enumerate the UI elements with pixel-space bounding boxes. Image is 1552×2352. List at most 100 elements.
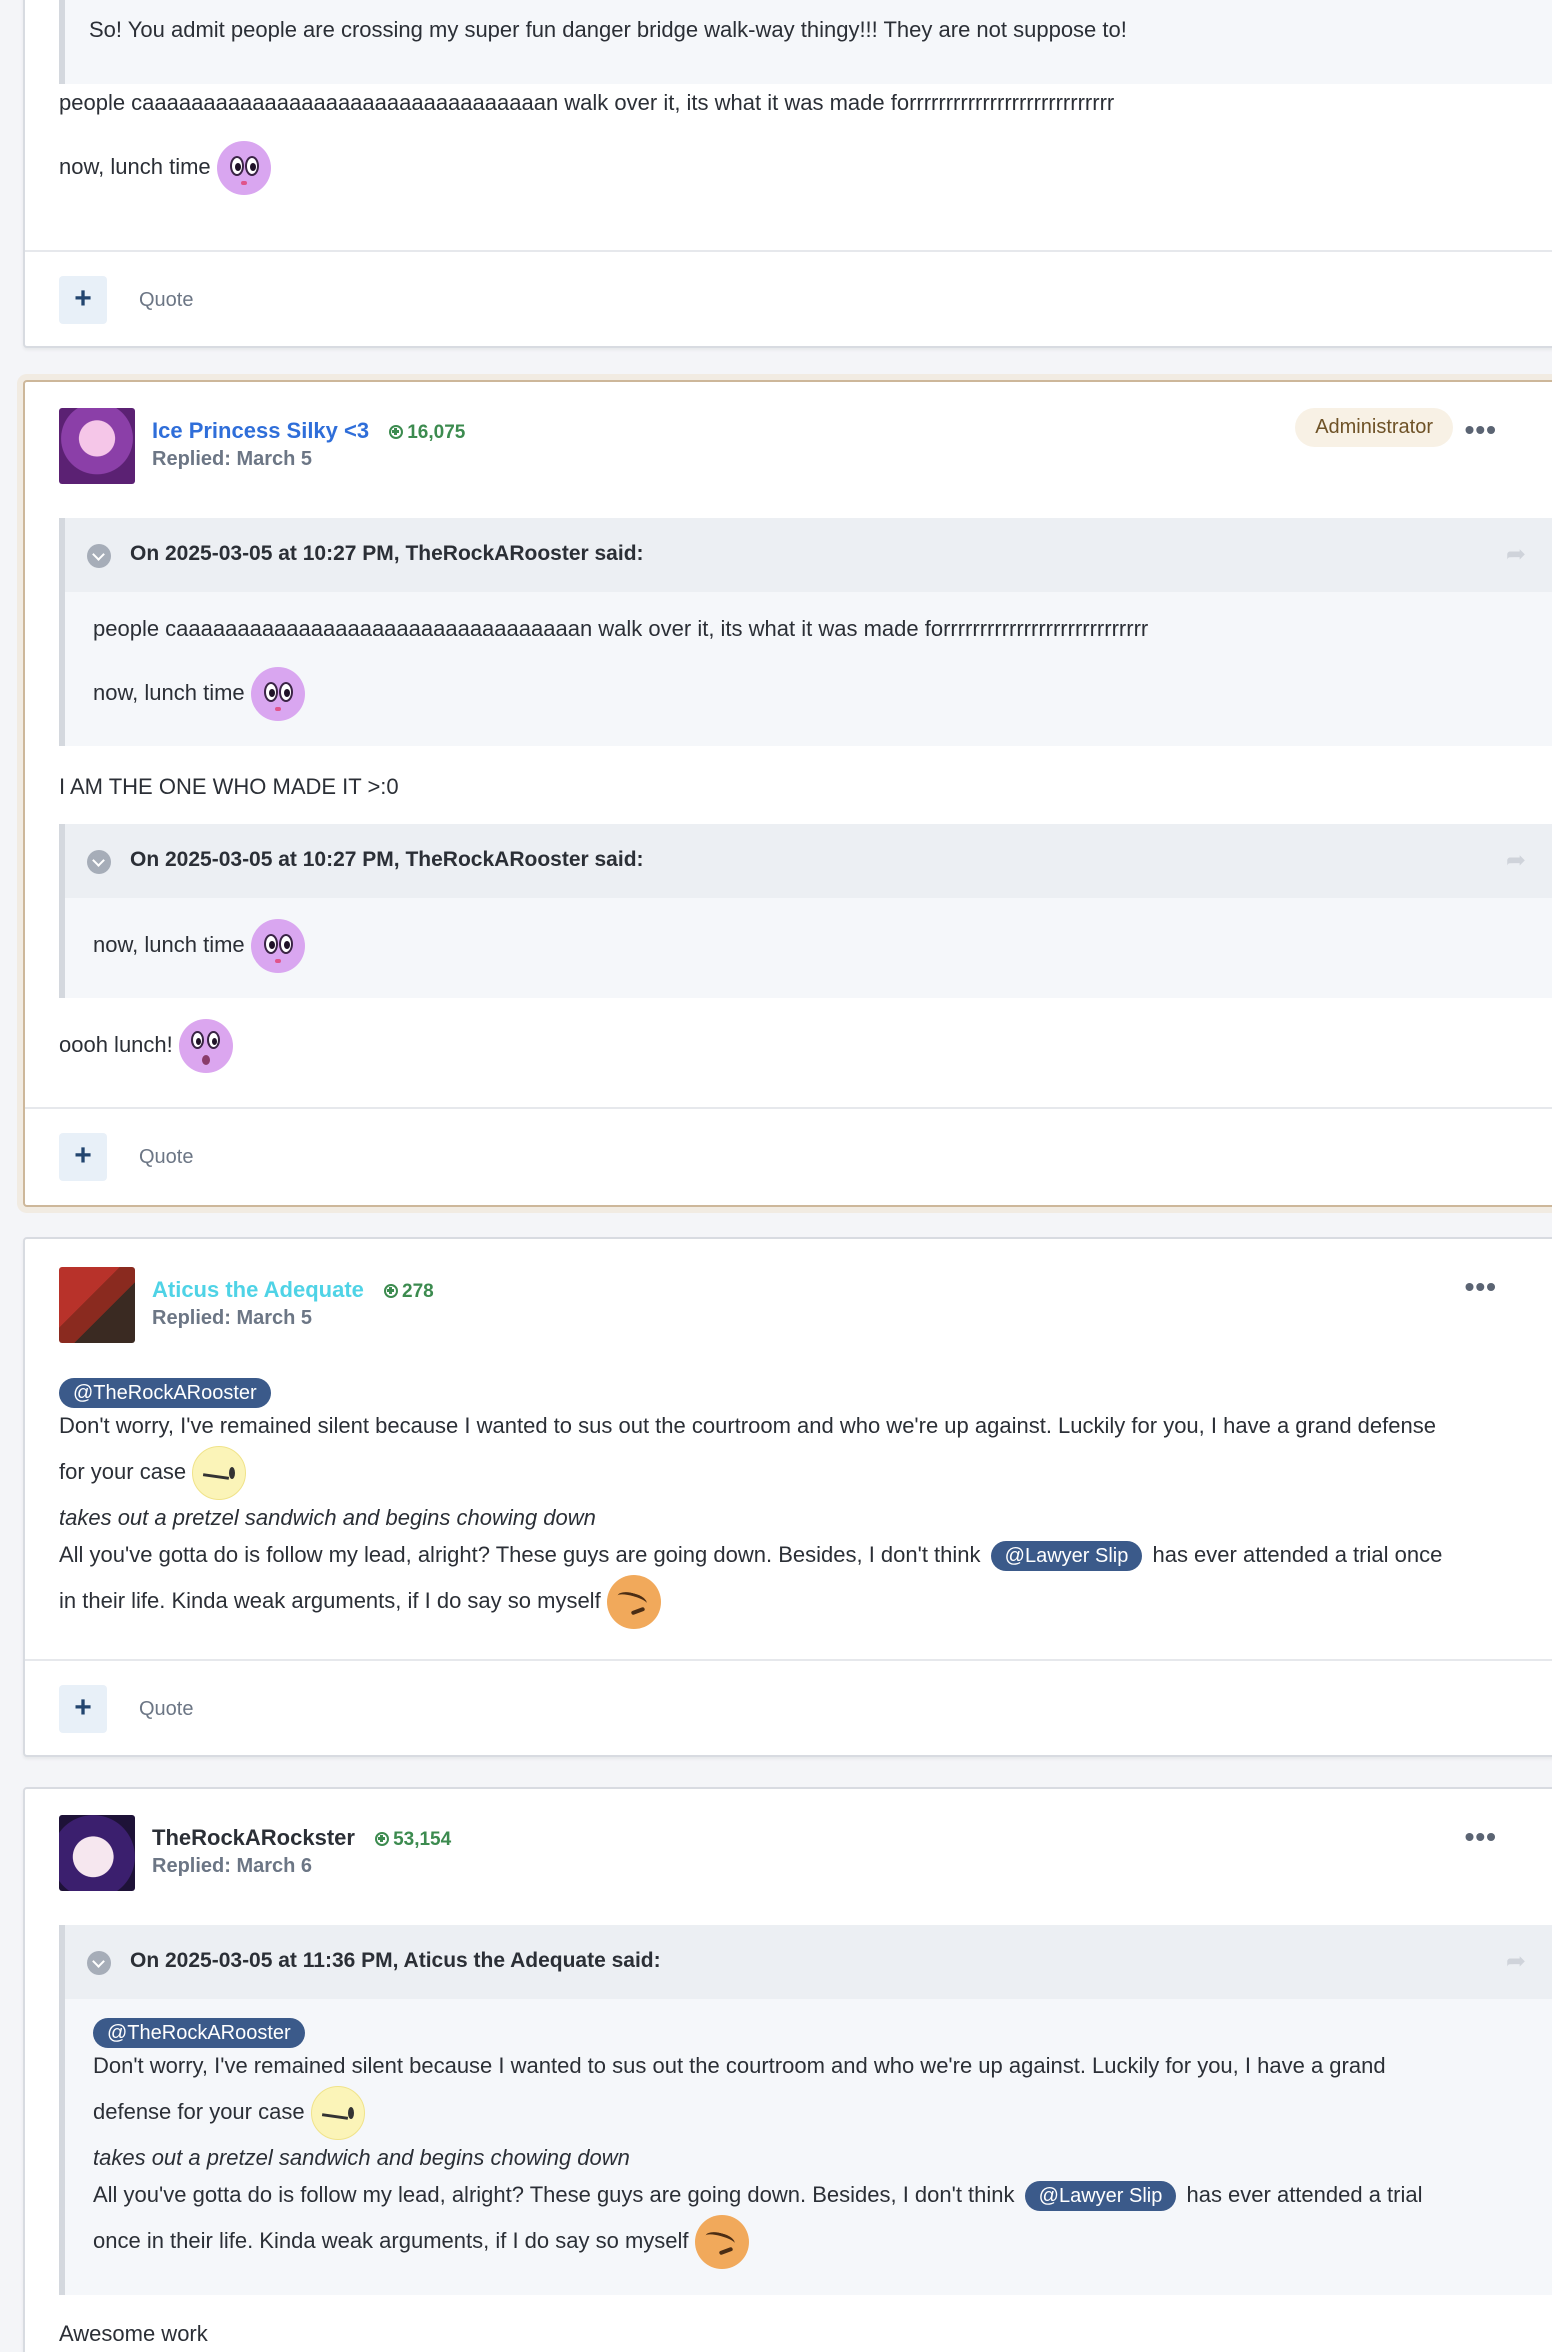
avatar[interactable] xyxy=(59,408,135,484)
quote-text: So! You admit people are crossing my sup… xyxy=(89,17,1127,42)
quote-text: defense for your case xyxy=(93,2085,365,2143)
plus-circle-icon xyxy=(389,425,404,439)
post-footer: + Quote xyxy=(25,250,1552,348)
quote-text-line: once in their life. Kinda weak arguments… xyxy=(93,2228,689,2253)
blockquote: On 2025-03-05 at 11:36 PM, Aticus the Ad… xyxy=(59,1925,1552,2295)
quote-header: On 2025-03-05 at 10:27 PM, TheRockARoost… xyxy=(65,824,1552,898)
quote-text-line: now, lunch time xyxy=(93,680,245,705)
reputation-badge: 278 xyxy=(384,1281,434,1302)
quote-text-line: has ever attended a trial xyxy=(1186,2182,1423,2207)
post-footer: + Quote xyxy=(25,1659,1552,1757)
reply-date: Replied: March 5 xyxy=(152,448,313,470)
oooh-emoji-icon xyxy=(178,1019,233,1074)
post-text-line: for your case xyxy=(59,1459,187,1484)
share-arrow-icon[interactable]: ➦ xyxy=(1506,1947,1526,1976)
quote-text-line: All you've gotta do is follow my lead, a… xyxy=(93,2182,1015,2207)
quote-text: now, lunch time xyxy=(93,666,305,726)
post-options-menu-icon[interactable]: ••• xyxy=(1465,1273,1497,1301)
plus-circle-icon xyxy=(375,1832,390,1846)
post-options-menu-icon[interactable]: ••• xyxy=(1465,1823,1497,1851)
user-mention[interactable]: @Lawyer Slip xyxy=(1024,2181,1177,2211)
author-name-row: Aticus the Adequate 278 xyxy=(152,1277,434,1303)
quote-text: takes out a pretzel sandwich and begins … xyxy=(93,2143,630,2173)
italic-action-text: takes out a pretzel sandwich and begins … xyxy=(93,2145,630,2170)
quote-text-line: defense for your case xyxy=(93,2099,305,2124)
post-4: TheRockARockster 53,154 Replied: March 6… xyxy=(23,1787,1552,2352)
author-name-link[interactable]: Aticus the Adequate xyxy=(152,1277,364,1302)
post-text-line: All you've gotta do is follow my lead, a… xyxy=(59,1542,981,1567)
reply-date: Replied: March 5 xyxy=(152,1307,313,1329)
collapse-chevron-icon[interactable] xyxy=(87,850,111,874)
lunch-time-emoji-icon xyxy=(250,667,305,722)
reputation-count: 53,154 xyxy=(393,1829,452,1850)
author-name-link[interactable]: Ice Princess Silky <3 xyxy=(152,418,369,443)
user-mention[interactable]: @Lawyer Slip xyxy=(990,1541,1143,1571)
plus-circle-icon xyxy=(384,1284,399,1298)
quote-header: On 2025-03-05 at 10:27 PM, TheRockARoost… xyxy=(65,518,1552,592)
italic-action-text: takes out a pretzel sandwich and begins … xyxy=(59,1505,596,1530)
multiquote-plus-button[interactable]: + xyxy=(59,276,107,324)
post-options-menu-icon[interactable]: ••• xyxy=(1465,416,1497,444)
multiquote-plus-button[interactable]: + xyxy=(59,1133,107,1181)
post-text: I AM THE ONE WHO MADE IT >:0 xyxy=(59,774,399,799)
post-text: Awesome work xyxy=(59,2321,208,2346)
collapse-chevron-icon[interactable] xyxy=(87,544,111,568)
quote-citation: On 2025-03-05 at 11:36 PM, Aticus the Ad… xyxy=(130,1949,661,1972)
quote-text: All you've gotta do is follow my lead, a… xyxy=(93,2177,1423,2213)
quote-text: now, lunch time xyxy=(93,918,305,978)
reputation-count: 16,075 xyxy=(407,422,466,443)
lunch-time-emoji-icon xyxy=(216,141,271,196)
quote-button[interactable]: Quote xyxy=(139,1698,193,1721)
reputation-badge: 16,075 xyxy=(389,422,465,443)
quote-button[interactable]: Quote xyxy=(139,289,193,312)
user-mention[interactable]: @TheRockARooster xyxy=(59,1378,271,1408)
quote-header: On 2025-03-05 at 11:36 PM, Aticus the Ad… xyxy=(65,1925,1552,1999)
quote-text: people caaaaaaaaaaaaaaaaaaaaaaaaaaaaaaaa… xyxy=(93,616,1149,641)
post-1: So! You admit people are crossing my sup… xyxy=(23,0,1552,348)
wink-emoji-icon xyxy=(694,2215,749,2270)
multiquote-plus-button[interactable]: + xyxy=(59,1685,107,1733)
blockquote: On 2025-03-05 at 10:27 PM, TheRockARoost… xyxy=(59,518,1552,746)
quote-citation: On 2025-03-05 at 10:27 PM, TheRockARoost… xyxy=(130,848,644,871)
reply-date: Replied: March 6 xyxy=(152,1855,313,1877)
collapse-chevron-icon[interactable] xyxy=(87,1951,111,1975)
reputation-badge: 53,154 xyxy=(375,1829,451,1850)
wink-emoji-icon xyxy=(606,1575,661,1630)
blockquote: So! You admit people are crossing my sup… xyxy=(59,0,1552,84)
post-text: takes out a pretzel sandwich and begins … xyxy=(59,1503,596,1533)
mention-line: @TheRockARooster xyxy=(93,2017,305,2048)
post-text: oooh lunch! xyxy=(59,1018,233,1078)
post-text: Don't worry, I've remained silent becaus… xyxy=(59,1413,1436,1438)
quote-text-line: now, lunch time xyxy=(93,932,245,957)
author-name-link[interactable]: TheRockARockster xyxy=(152,1825,355,1850)
author-name-row: Ice Princess Silky <3 16,075 xyxy=(152,418,465,444)
post-text-line: now, lunch time xyxy=(59,154,211,179)
lunch-time-emoji-icon xyxy=(250,919,305,974)
post-3: Aticus the Adequate 278 Replied: March 5… xyxy=(23,1237,1552,1757)
post-text-line: in their life. Kinda weak arguments, if … xyxy=(59,1588,601,1613)
post-text-line: oooh lunch! xyxy=(59,1032,173,1057)
avatar[interactable] xyxy=(59,1815,135,1891)
post-text: in their life. Kinda weak arguments, if … xyxy=(59,1571,661,1631)
post-footer: + Quote xyxy=(25,1107,1552,1205)
quote-button[interactable]: Quote xyxy=(139,1146,193,1169)
share-arrow-icon[interactable]: ➦ xyxy=(1506,540,1526,569)
reputation-count: 278 xyxy=(402,1281,434,1302)
share-arrow-icon[interactable]: ➦ xyxy=(1506,846,1526,875)
role-badge: Administrator xyxy=(1295,408,1453,447)
post-text: for your case xyxy=(59,1445,247,1503)
user-mention[interactable]: @TheRockARooster xyxy=(93,2018,305,2048)
quote-text: Don't worry, I've remained silent becaus… xyxy=(93,2053,1386,2078)
blockquote: On 2025-03-05 at 10:27 PM, TheRockARoost… xyxy=(59,824,1552,998)
post-text: All you've gotta do is follow my lead, a… xyxy=(59,1537,1442,1573)
post-text: people caaaaaaaaaaaaaaaaaaaaaaaaaaaaaaaa… xyxy=(59,90,1115,115)
smug-emoji-icon xyxy=(310,2086,365,2141)
quote-text: once in their life. Kinda weak arguments… xyxy=(93,2211,749,2271)
post-2: Ice Princess Silky <3 16,075 Replied: Ma… xyxy=(23,380,1552,1207)
quote-citation: On 2025-03-05 at 10:27 PM, TheRockARoost… xyxy=(130,542,644,565)
post-text-line: has ever attended a trial once xyxy=(1152,1542,1443,1567)
post-text: now, lunch time xyxy=(59,140,271,200)
mention-line: @TheRockARooster xyxy=(59,1377,271,1408)
smug-emoji-icon xyxy=(192,1446,247,1501)
avatar[interactable] xyxy=(59,1267,135,1343)
